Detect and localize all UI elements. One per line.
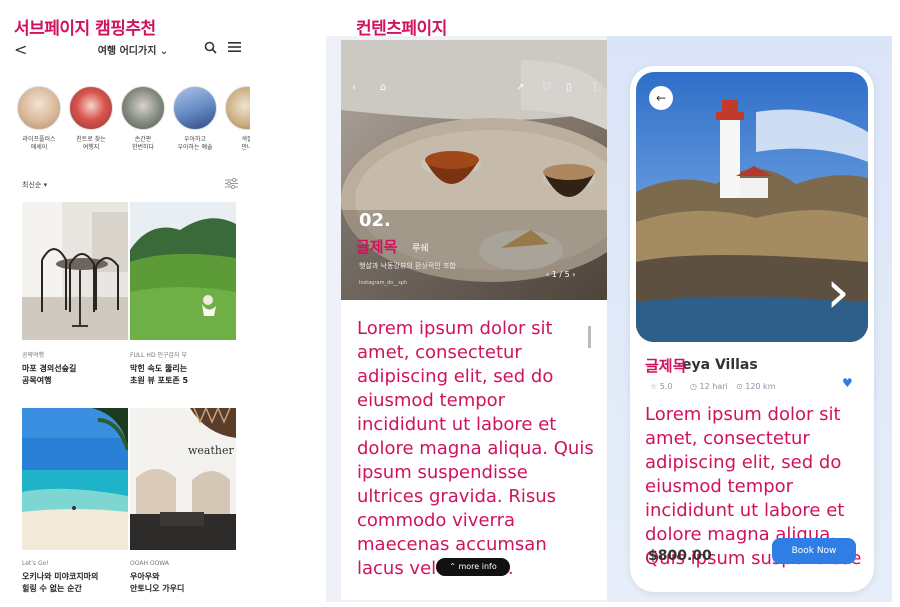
chevron-down-icon: ⌄ xyxy=(159,46,169,57)
section-title-left: 서브페이지 캠핑추천 xyxy=(14,19,156,39)
card-title: 마포 경의선숲길 공목여행 xyxy=(22,364,77,385)
story-thumbnail xyxy=(173,86,217,130)
story-item[interactable]: 손간판 한번하다 xyxy=(118,86,168,152)
more-icon[interactable]: ⋮ xyxy=(590,82,600,93)
bookmark-icon[interactable]: ▯ xyxy=(566,82,572,93)
more-info-button[interactable]: ⌃ more info xyxy=(436,558,510,576)
back-icon[interactable]: ‹ xyxy=(352,82,356,93)
heart-icon[interactable]: ♡ xyxy=(542,82,551,93)
sort-row: 최신순 ▾ xyxy=(22,177,238,194)
story-item[interactable]: 친트로 찾는 여행지 xyxy=(66,86,116,152)
story-label: 색깔 만나 xyxy=(241,136,250,151)
photo-number: 02. xyxy=(359,210,391,231)
card-image-weather[interactable]: weather xyxy=(130,408,236,550)
card-title: 우아우와 안토니오 가우디 xyxy=(130,572,185,593)
story-thumbnail xyxy=(69,86,113,130)
villa-title: 글제목 xyxy=(645,357,687,375)
card-text[interactable]: FULL HD 인구감자 부 막힌 속도 뚫리는 초원 뷰 포토존 5 xyxy=(130,350,236,387)
card-category: 공략여행 xyxy=(22,352,45,359)
sliders-icon[interactable] xyxy=(225,177,238,192)
duration: ◷ 12 hari xyxy=(690,382,728,391)
content-title: 글제목 xyxy=(356,238,398,256)
card-category: Let's Go! xyxy=(22,560,49,567)
back-button[interactable]: ← xyxy=(649,86,673,110)
content-body: Lorem ipsum dolor sit amet, consectetur … xyxy=(357,318,594,579)
book-now-button[interactable]: Book Now xyxy=(772,538,856,564)
rating: ☆ 5.0 xyxy=(650,382,673,391)
search-icon[interactable] xyxy=(204,41,217,58)
card-image-meadow[interactable] xyxy=(130,202,236,340)
sort-dropdown[interactable]: 최신순 ▾ xyxy=(22,180,47,190)
page-title-dropdown[interactable]: 여행 어디가지 ⌄ xyxy=(78,42,188,57)
story-label: 우아하고 우아하는 예술 xyxy=(177,136,213,151)
chevron-down-icon: ▾ xyxy=(43,181,48,189)
content-description: 햇살과 낙동강뷰의 환상적인 조합 xyxy=(359,262,456,270)
back-button[interactable]: < xyxy=(14,40,27,59)
photo-caption: Instagram_do__sph xyxy=(359,280,408,286)
story-label: 라이프플러스 에세이 xyxy=(22,136,56,151)
price: $800.00 xyxy=(648,548,712,564)
page-title: 여행 어디가지 xyxy=(97,46,157,57)
page-indicator[interactable]: ‹ 1 / 5 › xyxy=(546,270,575,279)
card-image-cafe[interactable] xyxy=(22,202,128,340)
story-thumbnail xyxy=(17,86,61,130)
story-carousel[interactable]: 라이프플러스 에세이 친트로 찾는 여행지 손간판 한번하다 우아하고 우아하는… xyxy=(14,86,250,158)
weather-text: weather xyxy=(188,444,234,457)
villa-name: eya Villas xyxy=(682,357,758,373)
favorite-heart-icon[interactable]: ♥ xyxy=(842,376,853,390)
card-category: FULL HD 인구감자 부 xyxy=(130,352,187,359)
sort-label: 최신순 xyxy=(22,181,42,189)
story-label: 친트로 찾는 여행지 xyxy=(76,136,106,151)
content-subtitle: 루쉐 xyxy=(412,244,429,254)
top-bar: < 여행 어디가지 ⌄ xyxy=(8,38,248,64)
card-title: 오키나와 미야코지마의 힐링 수 없는 순간 xyxy=(22,572,99,593)
story-item[interactable]: 우아하고 우아하는 예술 xyxy=(170,86,220,152)
card-text[interactable]: OOAH OOWA 우아우와 안토니오 가우디 xyxy=(130,560,236,595)
card-title: 막힌 속도 뚫리는 초원 뷰 포토존 5 xyxy=(130,364,189,385)
story-label: 손간판 한번하다 xyxy=(131,136,155,151)
card-text[interactable]: 공략여행 마포 경의선숲길 공목여행 xyxy=(22,350,128,387)
distance: ⊙ 120 km xyxy=(736,382,776,391)
story-thumbnail xyxy=(121,86,165,130)
share-icon[interactable]: ↗ xyxy=(516,82,524,93)
menu-icon[interactable] xyxy=(228,41,241,57)
card-image-beach[interactable] xyxy=(22,408,128,550)
story-thumbnail xyxy=(225,86,250,130)
next-arrow-icon[interactable]: › xyxy=(826,262,850,322)
story-item[interactable]: 라이프플러스 에세이 xyxy=(14,86,64,152)
card-text[interactable]: Let's Go! 오키나와 미야코지마의 힐링 수 없는 순간 xyxy=(22,560,128,595)
card-category: OOAH OOWA xyxy=(130,560,170,567)
home-icon[interactable]: ⌂ xyxy=(380,82,386,93)
story-item[interactable]: 색깔 만나 xyxy=(222,86,250,152)
